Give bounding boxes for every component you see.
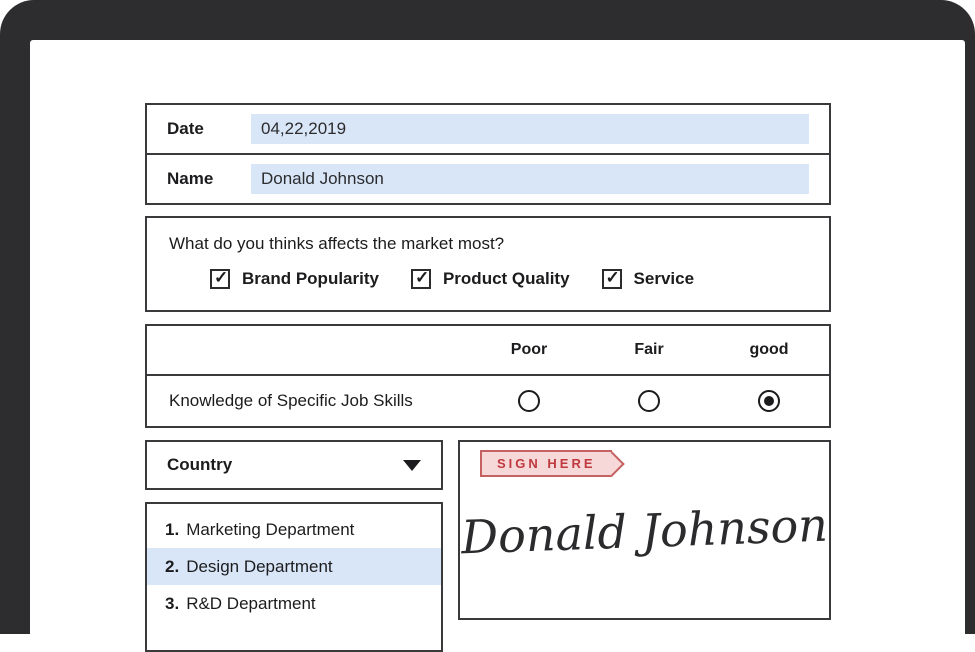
chevron-down-icon[interactable] [403, 460, 421, 471]
checkbox-checked-icon[interactable] [210, 269, 230, 289]
option-service[interactable]: Service [602, 269, 695, 289]
date-input[interactable] [251, 114, 809, 144]
signature-text: Donald Johnson [459, 498, 830, 565]
form-page: Date Name What do you thinks affects the… [0, 0, 975, 634]
name-field-label: Name [167, 169, 251, 189]
rating-table: Poor Fair good Knowledge of Specific Job… [145, 324, 831, 428]
list-item-design-selected[interactable]: 2. Design Department [147, 548, 441, 585]
rating-table-header: Poor Fair good [147, 326, 829, 376]
checkbox-checked-icon[interactable] [411, 269, 431, 289]
list-item-number: 1. [165, 520, 179, 540]
option-label: Brand Popularity [242, 269, 379, 289]
list-item-label: Marketing Department [186, 520, 354, 540]
country-dropdown-label: Country [167, 455, 232, 475]
rating-row-job-skills: Knowledge of Specific Job Skills [147, 376, 829, 426]
radio-fair[interactable] [638, 390, 660, 412]
rating-header-poor: Poor [469, 341, 589, 359]
list-item-number: 2. [165, 557, 179, 577]
rating-header-fair: Fair [589, 341, 709, 359]
date-field-label: Date [167, 119, 251, 139]
name-input[interactable] [251, 164, 809, 194]
option-product-quality[interactable]: Product Quality [411, 269, 570, 289]
rating-header-good: good [709, 341, 829, 359]
radio-poor[interactable] [518, 390, 540, 412]
list-item-label: R&D Department [186, 594, 315, 614]
list-item-number: 3. [165, 594, 179, 614]
list-item-rnd[interactable]: 3. R&D Department [147, 585, 441, 622]
option-brand-popularity[interactable]: Brand Popularity [210, 269, 379, 289]
signature-area[interactable]: SIGN HERE Donald Johnson [458, 440, 831, 620]
list-item-label: Design Department [186, 557, 332, 577]
market-question-text: What do you thinks affects the market mo… [169, 234, 829, 254]
market-options: Brand Popularity Product Quality Service [210, 269, 829, 289]
rating-row-label: Knowledge of Specific Job Skills [147, 391, 469, 411]
country-dropdown[interactable]: Country [145, 440, 443, 490]
date-field-row: Date [147, 105, 829, 153]
checkbox-checked-icon[interactable] [602, 269, 622, 289]
name-field-row: Name [147, 153, 829, 203]
option-label: Service [634, 269, 695, 289]
identity-fields-box: Date Name [145, 103, 831, 205]
sign-here-badge: SIGN HERE [480, 450, 612, 477]
list-item-marketing[interactable]: 1. Marketing Department [147, 511, 441, 548]
option-label: Product Quality [443, 269, 570, 289]
radio-good-selected[interactable] [758, 390, 780, 412]
department-list: 1. Marketing Department 2. Design Depart… [145, 502, 443, 652]
market-question-box: What do you thinks affects the market mo… [145, 216, 831, 312]
